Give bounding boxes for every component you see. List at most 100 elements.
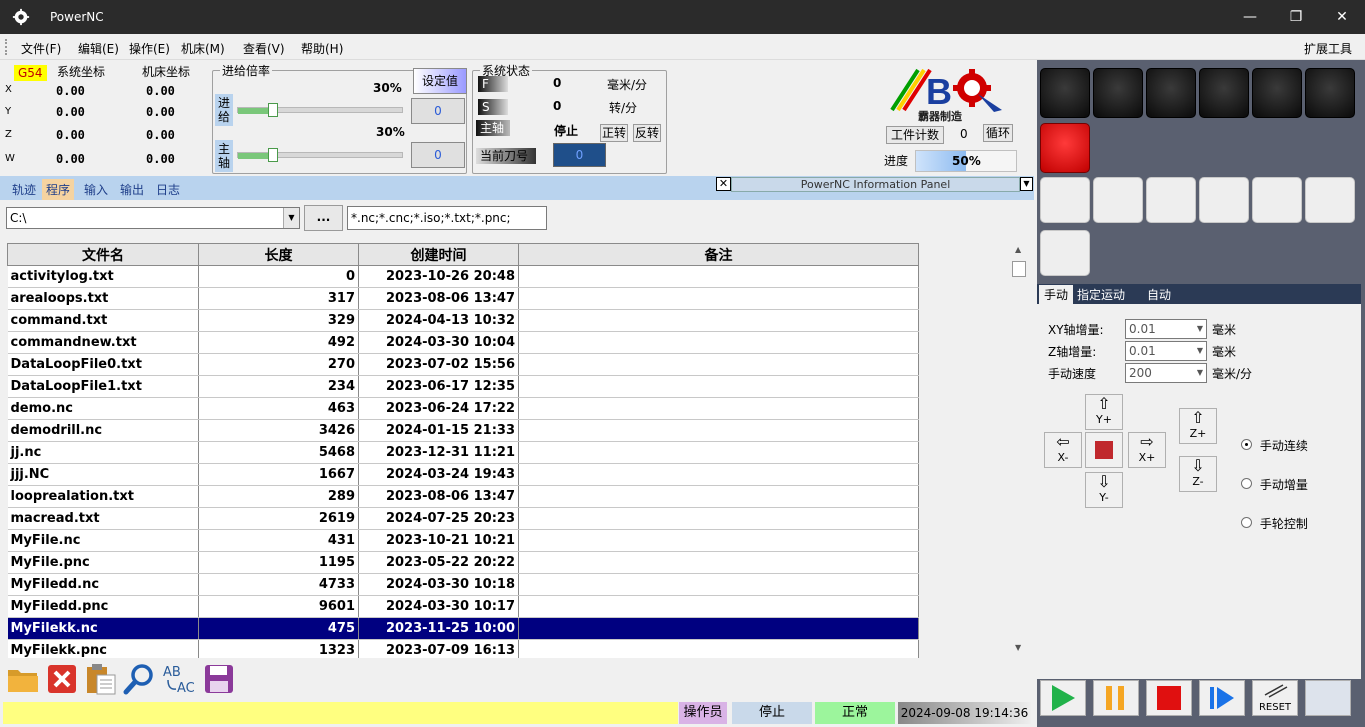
spindle-slider-track[interactable] — [237, 152, 403, 159]
function-button-4[interactable] — [1199, 68, 1249, 118]
minimize-button[interactable]: — — [1227, 0, 1273, 34]
menu-extension-tools[interactable]: 扩展工具 — [1304, 40, 1352, 57]
jog-y-minus-button[interactable]: ⇩ Y- — [1085, 472, 1123, 508]
feed-value-box[interactable]: 0 — [411, 98, 465, 124]
xy-increment-select[interactable]: 0.01 ▼ — [1125, 319, 1207, 339]
table-row[interactable]: jjj.NC 1667 2024-03-24 19:43 — [7, 463, 919, 486]
column-created[interactable]: 创建时间 — [358, 243, 519, 266]
table-row[interactable]: arealoops.txt 317 2023-08-06 13:47 — [7, 287, 919, 310]
function-button-10[interactable] — [1199, 177, 1249, 223]
jog-speed-select[interactable]: 200 ▼ — [1125, 363, 1207, 383]
blank-control-button[interactable] — [1305, 680, 1351, 716]
tab-input[interactable]: 输入 — [80, 179, 112, 200]
menu-operate[interactable]: 操作(E) — [129, 40, 170, 57]
function-button-13[interactable] — [1040, 230, 1090, 276]
scroll-up-icon[interactable]: ▲ — [1015, 245, 1021, 254]
save-icon[interactable] — [204, 664, 234, 694]
table-row[interactable]: demodrill.nc 3426 2024-01-15 21:33 — [7, 419, 919, 442]
restore-button[interactable]: ❐ — [1273, 0, 1319, 34]
table-row[interactable]: MyFilekk.nc 475 2023-11-25 10:00 — [7, 617, 919, 640]
spindle-value-box[interactable]: 0 — [411, 142, 465, 168]
function-button-7[interactable] — [1040, 177, 1090, 223]
column-remark[interactable]: 备注 — [518, 243, 919, 266]
scrollbar-thumb[interactable] — [1012, 261, 1026, 277]
function-button-2[interactable] — [1093, 68, 1143, 118]
function-button-11[interactable] — [1252, 177, 1302, 223]
tab-program[interactable]: 程序 — [42, 179, 75, 200]
jog-z-plus-button[interactable]: ⇧ Z+ — [1179, 408, 1217, 444]
table-row[interactable]: command.txt 329 2024-04-13 10:32 — [7, 309, 919, 332]
delete-icon[interactable] — [47, 664, 77, 694]
table-row[interactable]: activitylog.txt 0 2023-10-26 20:48 — [7, 265, 919, 288]
feed-slider-track[interactable] — [237, 107, 403, 114]
spindle-cw-button[interactable]: 正转 — [600, 124, 628, 142]
table-row[interactable]: MyFiledd.nc 4733 2024-03-30 10:18 — [7, 573, 919, 596]
tab-specified-motion[interactable]: 指定运动 — [1077, 286, 1125, 303]
function-button-12[interactable] — [1305, 177, 1355, 223]
filter-input[interactable]: *.nc;*.cnc;*.iso;*.txt;*.pnc; — [347, 206, 547, 230]
path-dropdown-icon[interactable]: ▼ — [283, 208, 299, 228]
cycle-button[interactable]: 循环 — [983, 124, 1013, 142]
menu-view[interactable]: 查看(V) — [243, 40, 285, 57]
single-step-button[interactable] — [1199, 680, 1245, 716]
table-row[interactable]: macread.txt 2619 2024-07-25 20:23 — [7, 507, 919, 530]
spindle-slider-thumb[interactable] — [267, 148, 278, 162]
replace-icon[interactable]: AB AC — [162, 663, 198, 695]
menu-machine[interactable]: 机床(M) — [181, 40, 225, 57]
info-panel-dropdown-icon[interactable]: ▼ — [1020, 177, 1033, 191]
table-row[interactable]: commandnew.txt 492 2024-03-30 10:04 — [7, 331, 919, 354]
function-button-5[interactable] — [1252, 68, 1302, 118]
spindle-ccw-button[interactable]: 反转 — [633, 124, 661, 142]
search-icon[interactable] — [123, 663, 155, 695]
menu-help[interactable]: 帮助(H) — [301, 40, 343, 57]
function-button-3[interactable] — [1146, 68, 1196, 118]
open-folder-icon[interactable] — [7, 664, 39, 694]
menu-edit[interactable]: 编辑(E) — [78, 40, 119, 57]
menu-file[interactable]: 文件(F) — [21, 40, 61, 57]
reset-button[interactable]: RESET — [1252, 680, 1298, 716]
mode-continuous[interactable]: 手动连续 — [1241, 437, 1308, 454]
table-row[interactable]: MyFile.nc 431 2023-10-21 10:21 — [7, 529, 919, 552]
jog-x-plus-button[interactable]: ⇨ X+ — [1128, 432, 1166, 468]
jog-x-minus-button[interactable]: ⇦ X- — [1044, 432, 1082, 468]
jog-stop-button[interactable] — [1085, 432, 1123, 468]
function-button-active[interactable] — [1040, 123, 1090, 173]
pause-button[interactable] — [1093, 680, 1139, 716]
tab-auto[interactable]: 自动 — [1147, 286, 1171, 303]
tab-log[interactable]: 日志 — [152, 179, 184, 200]
table-row[interactable]: looprealation.txt 289 2023-08-06 13:47 — [7, 485, 919, 508]
table-row[interactable]: MyFile.pnc 1195 2023-05-22 20:22 — [7, 551, 919, 574]
z-increment-select[interactable]: 0.01 ▼ — [1125, 341, 1207, 361]
mode-incremental[interactable]: 手动增量 — [1241, 476, 1308, 493]
paste-icon[interactable] — [85, 663, 117, 695]
jog-z-minus-button[interactable]: ⇩ Z- — [1179, 456, 1217, 492]
stop-button[interactable] — [1146, 680, 1192, 716]
tab-output[interactable]: 输出 — [116, 179, 148, 200]
info-panel-close-icon[interactable]: ✕ — [716, 177, 731, 191]
function-button-1[interactable] — [1040, 68, 1090, 118]
cycle-start-button[interactable] — [1040, 680, 1086, 716]
path-combo[interactable]: C:\ ▼ — [6, 207, 300, 229]
table-row[interactable]: jj.nc 5468 2023-12-31 11:21 — [7, 441, 919, 464]
close-button[interactable]: ✕ — [1319, 0, 1365, 34]
table-row[interactable]: DataLoopFile0.txt 270 2023-07-02 15:56 — [7, 353, 919, 376]
feed-slider-thumb[interactable] — [267, 103, 278, 117]
radio-handwheel[interactable] — [1241, 517, 1252, 528]
radio-incremental[interactable] — [1241, 478, 1252, 489]
radio-continuous[interactable] — [1241, 439, 1252, 450]
file-list-scrollbar[interactable]: ▲ ▼ — [1011, 243, 1028, 658]
table-row[interactable]: DataLoopFile1.txt 234 2023-06-17 12:35 — [7, 375, 919, 398]
jog-y-plus-button[interactable]: ⇧ Y+ — [1085, 394, 1123, 430]
function-button-6[interactable] — [1305, 68, 1355, 118]
function-button-9[interactable] — [1146, 177, 1196, 223]
function-button-8[interactable] — [1093, 177, 1143, 223]
table-row[interactable]: demo.nc 463 2023-06-24 17:22 — [7, 397, 919, 420]
column-filename[interactable]: 文件名 — [7, 243, 199, 266]
scroll-down-icon[interactable]: ▼ — [1015, 643, 1021, 652]
column-length[interactable]: 长度 — [198, 243, 359, 266]
workpiece-count-label[interactable]: 工件计数 — [886, 126, 944, 144]
tab-trajectory[interactable]: 轨迹 — [8, 179, 40, 200]
browse-button[interactable]: ... — [304, 205, 343, 231]
table-row[interactable]: MyFilekk.pnc 1323 2023-07-09 16:13 — [7, 639, 919, 658]
tab-manual[interactable]: 手动 — [1039, 285, 1074, 304]
